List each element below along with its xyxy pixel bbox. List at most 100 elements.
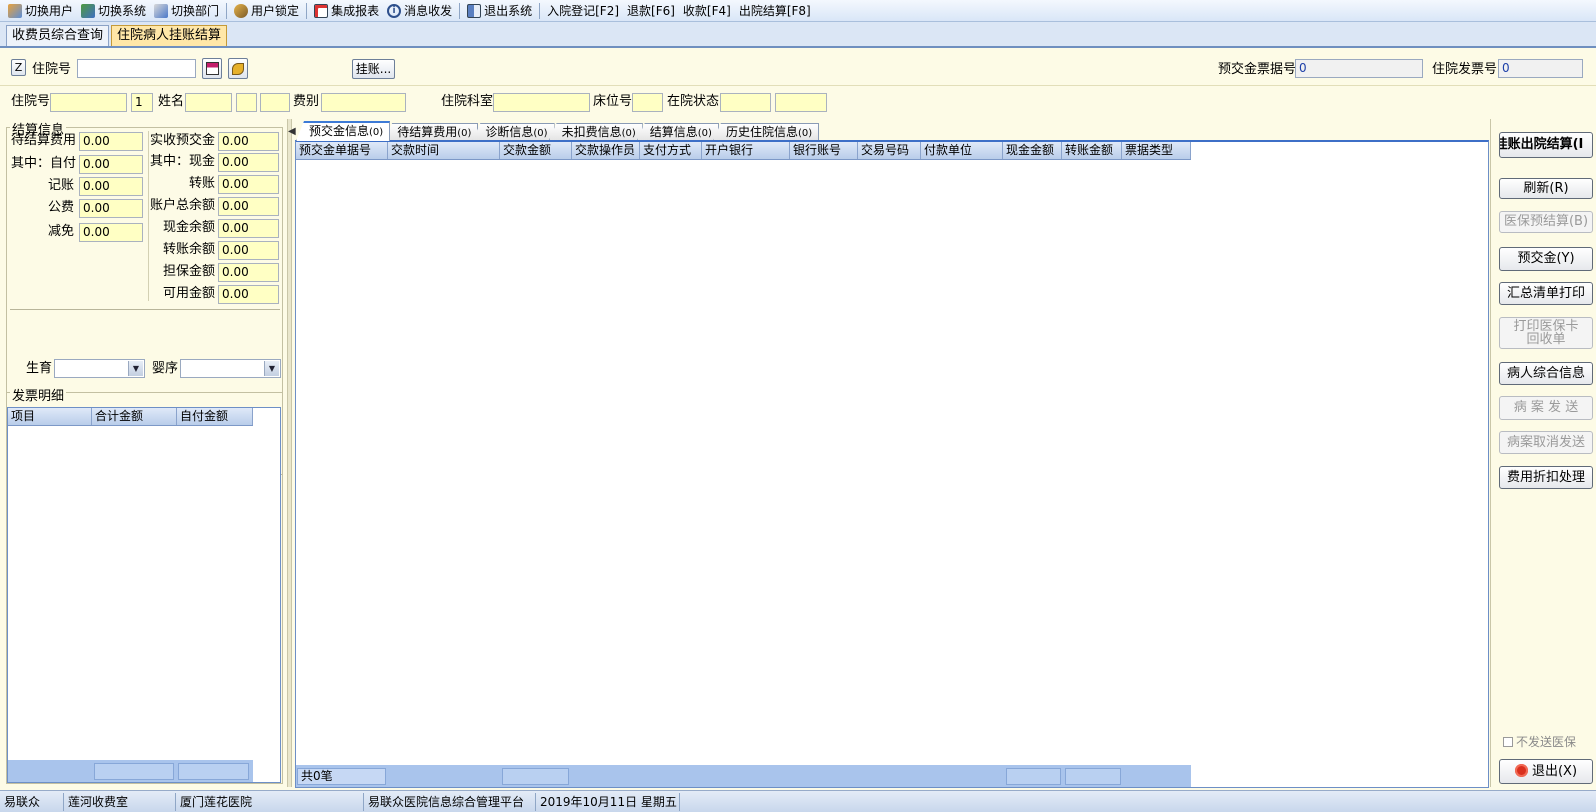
cash-balance-field[interactable]: 0.00 (218, 219, 279, 238)
col-cash-amount[interactable]: 现金金额 (1003, 142, 1062, 159)
switch-system-button[interactable]: 切换系统 (77, 1, 150, 21)
checkbox-box-icon[interactable] (1503, 736, 1513, 747)
prepay-grid[interactable]: 预交金单据号 交款时间 交款金额 交款操作员 支付方式 开户银行 银行账号 交易… (295, 140, 1489, 788)
z-button[interactable]: Z (11, 59, 26, 76)
clear-button[interactable] (228, 58, 248, 79)
col-pay-amount[interactable]: 交款金额 (500, 142, 572, 159)
prepaid-field[interactable]: 0.00 (218, 132, 279, 151)
birth-select[interactable]: ▼ (54, 359, 145, 378)
switch-dept-button[interactable]: 切换部门 (150, 1, 223, 21)
col-transfer-amount[interactable]: 转账金额 (1062, 142, 1122, 159)
invoice-detail-grid[interactable]: 项目 合计金额 自付金额 (7, 407, 281, 783)
chevron-down-icon[interactable]: ▼ (128, 361, 143, 376)
exit-button[interactable]: 退出(X) (1499, 759, 1593, 784)
cash-field[interactable]: 0.00 (218, 153, 279, 172)
gender-field[interactable] (236, 93, 257, 112)
no-send-insurance-checkbox[interactable]: 不发送医保 (1503, 733, 1576, 750)
status-office: 莲河收费室 (64, 793, 176, 811)
case-cancel-send-button[interactable]: 病案取消发送 (1499, 431, 1593, 454)
col-trade-no[interactable]: 交易号码 (858, 142, 921, 159)
insurance-pre-settle-button[interactable]: 医保预结算(B) (1499, 211, 1593, 233)
invoice-col-total[interactable]: 合计金额 (92, 408, 177, 425)
tab-label: 待结算费用 (397, 125, 458, 139)
age-field[interactable] (260, 93, 290, 112)
panel-splitter[interactable] (287, 119, 292, 787)
public-field[interactable]: 0.00 (79, 199, 143, 218)
collect-button[interactable]: 收款[F4] (679, 1, 735, 21)
available-field[interactable]: 0.00 (218, 285, 279, 304)
chevron-down-icon[interactable]: ▼ (264, 361, 279, 376)
tab-diagnosis[interactable]: 诊断信息(0) (472, 123, 555, 141)
pending-field[interactable]: 0.00 (79, 132, 143, 151)
prepay-button[interactable]: 预交金(Y) (1499, 247, 1593, 271)
col-pay-time[interactable]: 交款时间 (388, 142, 500, 159)
collapse-arrow-icon[interactable]: ◀ (288, 126, 296, 137)
status-platform: 易联众医院信息综合管理平台 (364, 793, 536, 811)
integrated-report-button[interactable]: 集成报表 (310, 1, 383, 21)
admission-button[interactable]: 入院登记[F2] (543, 1, 623, 21)
print-card-line2: 回收单 (1526, 332, 1566, 347)
status-extra-field[interactable] (775, 93, 827, 112)
name-label: 姓名 (158, 94, 185, 109)
case-send-button[interactable]: 病 案 发 送 (1499, 396, 1593, 420)
card-reader-button[interactable] (202, 58, 222, 79)
user-lock-button[interactable]: 用户锁定 (230, 1, 303, 21)
col-bank-account[interactable]: 银行账号 (790, 142, 858, 159)
exit-system-label: 退出系统 (484, 4, 533, 18)
print-insurance-card-button[interactable]: 打印医保卡 回收单 (1499, 317, 1593, 349)
tab-history[interactable]: 历史住院信息(0) (712, 123, 820, 141)
message-button[interactable]: i 消息收发 (383, 1, 456, 21)
acct-total-field[interactable]: 0.00 (218, 197, 279, 216)
admission-label: 入院登记[F2] (547, 4, 620, 18)
prepay-invoice-input[interactable]: 0 (1295, 59, 1423, 78)
invoice-col-item[interactable]: 项目 (8, 408, 92, 425)
pay-amount-total (502, 768, 569, 785)
settlement-panel: 结算信息 待结算费用 0.00 其中：自付 0.00 记账 0.00 公费 0.… (4, 119, 285, 787)
account-field[interactable]: 0.00 (79, 177, 143, 196)
transfer-field[interactable]: 0.00 (218, 175, 279, 194)
refund-button[interactable]: 退款[F6] (623, 1, 679, 21)
admission-no-field[interactable] (50, 93, 127, 112)
col-payer[interactable]: 付款单位 (921, 142, 1003, 159)
col-prepay-no[interactable]: 预交金单据号 (296, 142, 388, 159)
patient-info-button[interactable]: 病人综合信息 (1499, 362, 1593, 385)
tab-settlement-info[interactable]: 结算信息(0) (636, 123, 719, 141)
switch-user-button[interactable]: 切换用户 (4, 1, 77, 21)
tab-count: (0) (369, 127, 384, 138)
fee-discount-button[interactable]: 费用折扣处理 (1499, 466, 1593, 489)
summary-print-button[interactable]: 汇总清单打印 (1499, 282, 1593, 305)
invoice-no-input[interactable]: 0 (1498, 59, 1583, 78)
relief-field[interactable]: 0.00 (79, 223, 143, 242)
available-label: 可用金额 (162, 286, 215, 301)
tab-prepay-info[interactable]: 预交金信息(0) (296, 121, 391, 141)
search-admission-no-input[interactable] (77, 59, 196, 78)
hang-discharge-button[interactable]: 挂账出院结算(I (1499, 132, 1593, 158)
col-bank[interactable]: 开户银行 (702, 142, 790, 159)
col-pay-method[interactable]: 支付方式 (640, 142, 702, 159)
tab-pending-fees[interactable]: 待结算费用(0) (384, 123, 479, 141)
fee-type-field[interactable] (321, 93, 406, 112)
toolbar-separator (306, 2, 308, 19)
dept-field[interactable] (493, 93, 590, 112)
col-operator[interactable]: 交款操作员 (572, 142, 640, 159)
tab-uncharged[interactable]: 未扣费信息(0) (548, 123, 643, 141)
prepaid-label: 实收预交金 (150, 133, 216, 148)
tab-inpatient-settlement[interactable]: 住院病人挂账结算 (111, 25, 228, 46)
invoice-col-self[interactable]: 自付金额 (177, 408, 253, 425)
hang-account-button[interactable]: 挂账... (352, 59, 395, 79)
visit-count-field[interactable]: 1 (131, 93, 153, 112)
infant-select[interactable]: ▼ (180, 359, 281, 378)
discharge-button[interactable]: 出院结算[F8] (735, 1, 815, 21)
tab-cashier-query[interactable]: 收费员综合查询 (6, 25, 110, 46)
birth-label: 生育 (25, 361, 52, 376)
refresh-button[interactable]: 刷新(R) (1499, 178, 1593, 199)
name-field[interactable] (185, 93, 232, 112)
admission-no-label: 住院号 (11, 94, 51, 109)
col-bill-type[interactable]: 票据类型 (1122, 142, 1191, 159)
exit-system-button[interactable]: 退出系统 (463, 1, 536, 21)
bed-field[interactable] (632, 93, 663, 112)
self-pay-field[interactable]: 0.00 (79, 155, 143, 174)
status-field[interactable] (720, 93, 771, 112)
transfer-balance-field[interactable]: 0.00 (218, 241, 279, 260)
guarantee-field[interactable]: 0.00 (218, 263, 279, 282)
